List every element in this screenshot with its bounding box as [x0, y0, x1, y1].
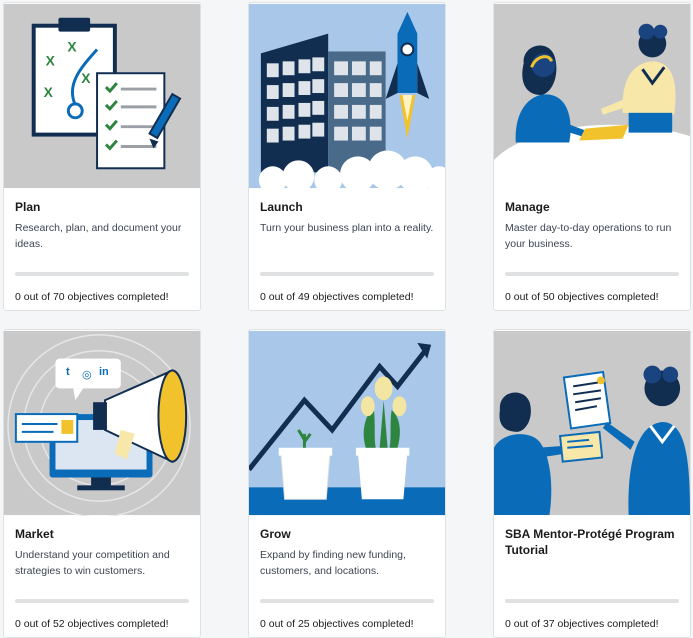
card-title: Launch	[260, 200, 303, 214]
card-title: Manage	[505, 200, 550, 214]
card-title: SBA Mentor-Protégé Program Tutorial	[505, 527, 675, 557]
card-plan[interactable]: X X X X Plan Research, plan, and documen…	[3, 2, 201, 311]
progress-text: 0 out of 25 objectives completed!	[260, 618, 414, 630]
card-title: Market	[15, 527, 54, 541]
svg-text:X: X	[46, 52, 56, 68]
twitter-icon: t	[66, 366, 70, 378]
progress-text: 0 out of 50 objectives completed!	[505, 291, 659, 303]
progress-bar	[15, 272, 189, 276]
card-market[interactable]: t ◎ in Market Understand your competitio…	[3, 329, 201, 638]
progress-bar	[15, 599, 189, 603]
card-manage[interactable]: Manage Master day-to-day operations to r…	[493, 2, 691, 311]
card-title: Plan	[15, 200, 41, 214]
megaphone-social-icon	[4, 330, 200, 516]
growth-chart-plants-icon	[249, 330, 445, 516]
card-launch[interactable]: Launch Turn your business plan into a re…	[248, 2, 446, 311]
meeting-people-icon	[494, 3, 690, 189]
card-description: Master day-to-day operations to run your…	[505, 222, 672, 250]
card-description: Turn your business plan into a reality.	[260, 222, 434, 234]
progress-text: 0 out of 37 objectives completed!	[505, 618, 659, 630]
card-description	[505, 563, 679, 581]
clipboard-strategy-icon: X X X X	[4, 3, 200, 189]
rocket-launch-icon	[249, 3, 445, 189]
progress-bar	[505, 599, 679, 603]
card-description: Understand your competition and strategi…	[15, 549, 170, 577]
card-mentor-protege[interactable]: SBA Mentor-Protégé Program Tutorial 0 ou…	[493, 329, 691, 638]
progress-bar	[505, 272, 679, 276]
mentor-certificate-icon	[494, 330, 690, 516]
linkedin-icon: in	[99, 366, 109, 378]
progress-text: 0 out of 70 objectives completed!	[15, 291, 169, 303]
svg-text:X: X	[81, 70, 91, 86]
progress-bar	[260, 599, 434, 603]
card-description: Research, plan, and document your ideas.	[15, 222, 182, 250]
instagram-icon: ◎	[82, 369, 92, 381]
card-title: Grow	[260, 527, 291, 541]
progress-text: 0 out of 52 objectives completed!	[15, 618, 169, 630]
progress-text: 0 out of 49 objectives completed!	[260, 291, 414, 303]
svg-text:X: X	[67, 38, 77, 54]
svg-text:X: X	[44, 84, 54, 100]
card-description: Expand by finding new funding, customers…	[260, 549, 406, 577]
progress-bar	[260, 272, 434, 276]
card-grow[interactable]: Grow Expand by finding new funding, cust…	[248, 329, 446, 638]
